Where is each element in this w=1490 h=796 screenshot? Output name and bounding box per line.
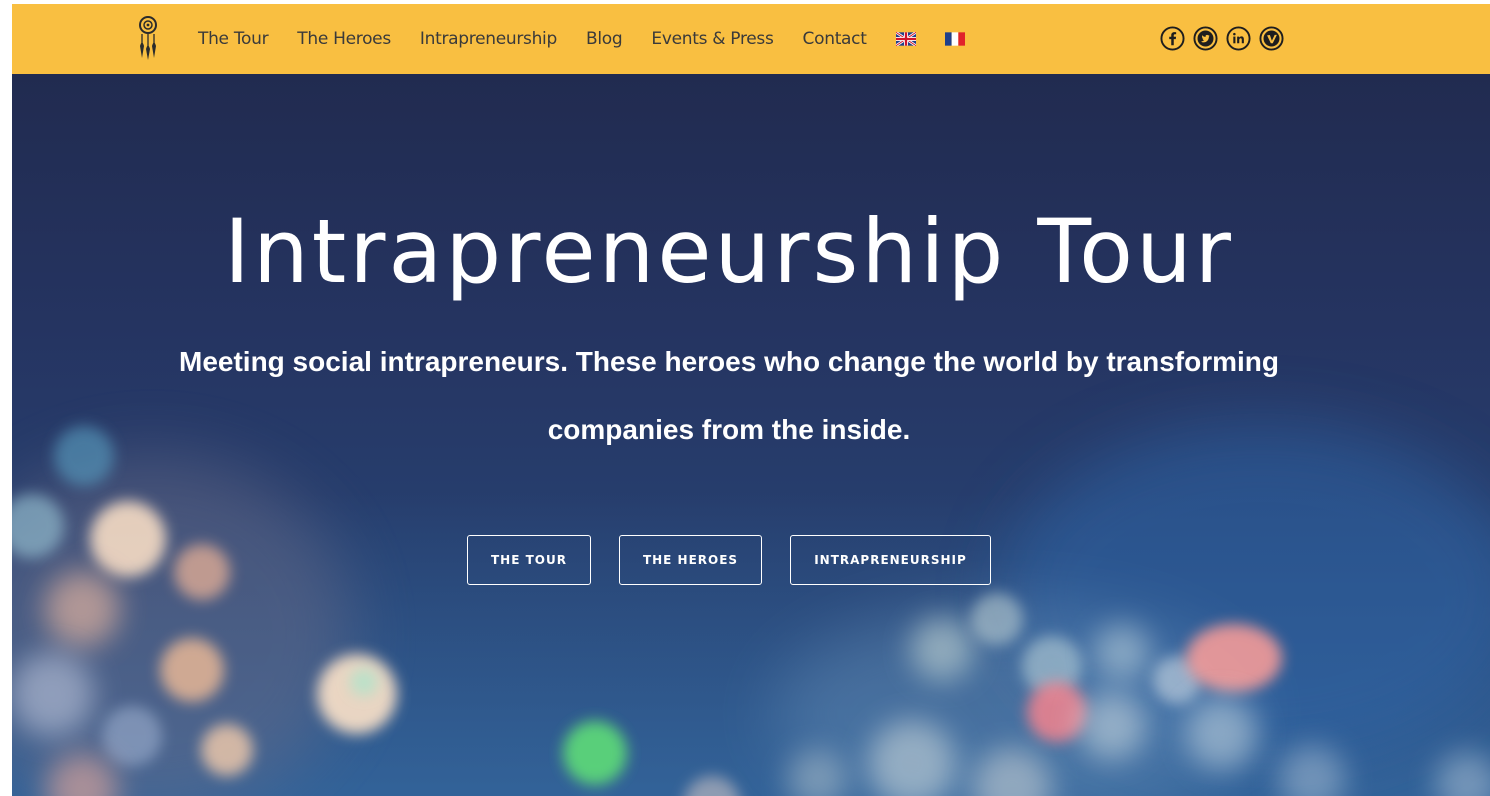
- uk-flag-icon: [895, 32, 916, 46]
- hero-section: Intrapreneurship Tour Meeting social int…: [12, 74, 1490, 796]
- the-tour-button[interactable]: THE TOUR: [467, 535, 591, 585]
- the-heroes-button[interactable]: THE HEROES: [619, 535, 762, 585]
- nav-link-the-heroes[interactable]: The Heroes: [297, 29, 391, 49]
- page: The Tour The Heroes Intrapreneurship Blo…: [12, 4, 1490, 796]
- hero-buttons: THE TOUR THE HEROES INTRAPRENEURSHIP: [467, 535, 1019, 585]
- facebook-icon[interactable]: [1160, 26, 1185, 51]
- nav-link-the-tour[interactable]: The Tour: [198, 29, 269, 49]
- top-navbar: The Tour The Heroes Intrapreneurship Blo…: [12, 4, 1490, 74]
- twitter-icon[interactable]: [1193, 26, 1218, 51]
- hero-title: Intrapreneurship Tour: [224, 200, 1234, 303]
- social-links: [1160, 26, 1292, 51]
- nav-link-contact[interactable]: Contact: [803, 29, 867, 49]
- vimeo-icon[interactable]: [1259, 26, 1284, 51]
- language-french[interactable]: [944, 32, 965, 46]
- nav-link-blog[interactable]: Blog: [586, 29, 623, 49]
- nav-link-events-press[interactable]: Events & Press: [651, 29, 773, 49]
- linkedin-icon[interactable]: [1226, 26, 1251, 51]
- intrapreneurship-button[interactable]: INTRAPRENEURSHIP: [790, 535, 991, 585]
- dreamcatcher-icon[interactable]: [138, 14, 158, 60]
- france-flag-icon: [944, 32, 965, 46]
- language-english[interactable]: [895, 32, 916, 46]
- nav-menu: The Tour The Heroes Intrapreneurship Blo…: [198, 4, 994, 74]
- hero-subtitle: Meeting social intrapreneurs. These hero…: [179, 346, 1279, 445]
- nav-link-intrapreneurship[interactable]: Intrapreneurship: [420, 29, 557, 49]
